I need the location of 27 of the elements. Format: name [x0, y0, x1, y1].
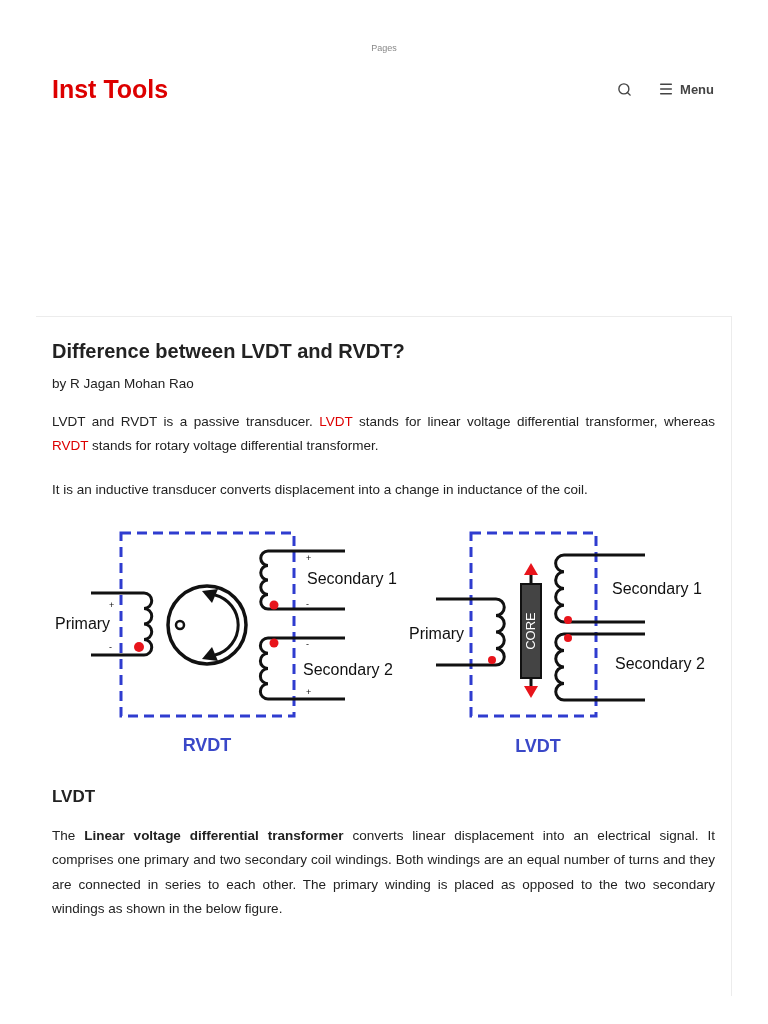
byline: by R Jagan Mohan Rao [52, 375, 195, 393]
diagram-label: Secondary 2 [615, 655, 705, 673]
diagram-caption: LVDT [515, 736, 561, 756]
polarity-mark: - [306, 639, 309, 650]
paragraph: It is an inductive transducer converts displacement into a change in inductance of the coil. [52, 481, 589, 500]
paragraph: The Linear voltage differential transformer converts linear displacement into an electrical signal. It comprises one primary and two secondary coil windings. Both windings are an equal number of turns and they are connected in series to each other. The primary winding is placed as opposed to the two secondary windings as shown in the below figure. [52, 826, 715, 919]
diagram-caption: RVDT [182, 735, 232, 755]
diagram-label: Primary [55, 615, 111, 633]
polarity-mark: + [306, 687, 312, 698]
article-title: Difference between LVDT and RVDT? [52, 339, 406, 364]
menu-button[interactable]: Menu [658, 79, 714, 99]
diagram-label: Secondary 1 [612, 580, 702, 598]
polarity-mark: + [306, 553, 312, 564]
polarity-mark: + [109, 600, 115, 611]
paragraph: LVDT and RVDT is a passive transducer. LVDT stands for linear voltage differential transformer, whereas RVDT stands for rotary voltage differential transformer. [52, 413, 715, 456]
diagram-label: Primary [409, 625, 465, 643]
diagram-label: Secondary 1 [307, 570, 397, 588]
diagram-label: Secondary 2 [303, 661, 393, 679]
inline-link[interactable]: RVDT [52, 438, 89, 454]
core-label: CORE [523, 612, 539, 651]
pages-link[interactable]: Pages [371, 42, 397, 56]
section-heading: LVDT [52, 786, 97, 809]
polarity-mark: - [109, 642, 112, 653]
search-icon [617, 81, 633, 97]
inline-link[interactable]: LVDT [319, 414, 353, 430]
site-logo[interactable]: Inst Tools [52, 70, 169, 108]
polarity-mark: - [306, 599, 309, 610]
